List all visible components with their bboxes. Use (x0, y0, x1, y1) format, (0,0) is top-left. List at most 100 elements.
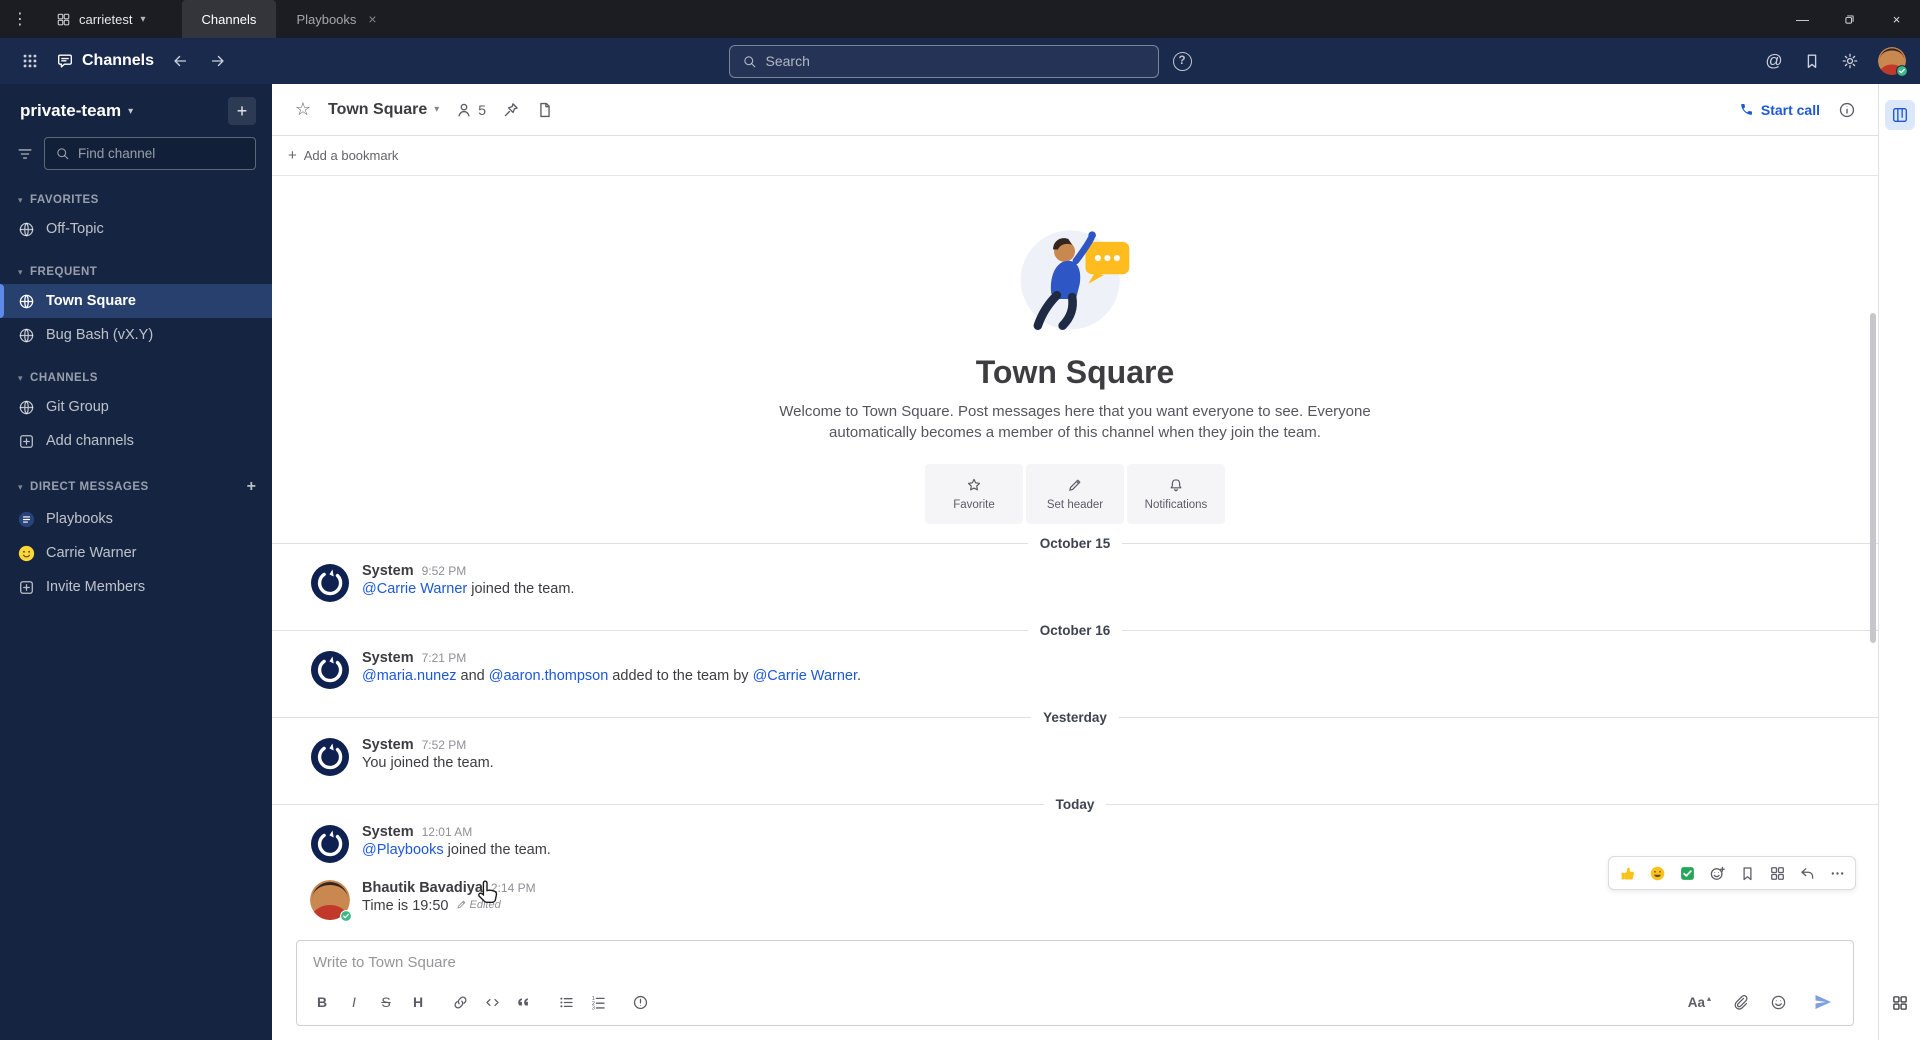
message-timestamp[interactable]: 7:52 PM (422, 738, 467, 752)
start-call-button[interactable]: Start call (1739, 102, 1820, 118)
favorite-channel-button[interactable]: ☆ (288, 95, 318, 125)
add-reaction-button[interactable] (1703, 860, 1731, 886)
link-button[interactable] (445, 988, 475, 1016)
italic-button[interactable]: I (339, 988, 369, 1016)
message-avatar[interactable] (310, 737, 350, 777)
history-forward-button[interactable] (202, 45, 234, 77)
close-tab-icon[interactable]: × (368, 11, 376, 27)
product-switcher-button[interactable] (14, 45, 46, 77)
sidebar-section-header[interactable]: ▾ CHANNELS (0, 368, 272, 390)
priority-button[interactable] (625, 988, 655, 1016)
settings-button[interactable] (1834, 45, 1866, 77)
channel-filter-button[interactable] (16, 145, 34, 163)
message-text-part: Time is 19:50 (362, 898, 449, 914)
message-timestamp[interactable]: 9:52 PM (422, 564, 467, 578)
server-switcher-button[interactable]: carrietest ▾ (40, 0, 162, 38)
message-sender[interactable]: System (362, 650, 414, 666)
composer-actions: Aa ▴ (1682, 987, 1845, 1017)
send-message-button[interactable] (1801, 987, 1845, 1017)
message-avatar[interactable] (310, 880, 352, 922)
message-sender[interactable]: System (362, 737, 414, 753)
sidebar-item-git-group[interactable]: Git Group (0, 390, 272, 424)
channel-label: Git Group (46, 399, 109, 415)
message-timestamp[interactable]: 7:21 PM (422, 651, 467, 665)
message-feed[interactable]: Town Square Welcome to Town Square. Post… (272, 176, 1878, 934)
quick-reaction-check-mark-button[interactable] (1673, 860, 1701, 886)
channel-files-button[interactable] (530, 95, 560, 125)
date-divider: Yesterday (272, 710, 1878, 725)
emoji-picker-button[interactable] (1763, 988, 1793, 1016)
more-actions-button[interactable] (1823, 860, 1851, 886)
pinned-posts-button[interactable] (496, 95, 526, 125)
quote-button[interactable] (509, 988, 539, 1016)
add-direct-message-button[interactable]: + (247, 478, 256, 496)
attach-file-button[interactable] (1725, 988, 1755, 1016)
message-sender[interactable]: System (362, 563, 414, 579)
code-button[interactable] (477, 988, 507, 1016)
message-input[interactable]: Write to Town Square (297, 941, 1853, 985)
sidebar-item-town-square[interactable]: Town Square (0, 284, 272, 318)
channel-intro-notifications-button[interactable]: Notifications (1127, 464, 1225, 524)
recent-mentions-button[interactable]: @ (1758, 45, 1790, 77)
heading-button[interactable]: H (403, 988, 433, 1016)
ordered-list-button[interactable]: 123 (583, 988, 613, 1016)
find-channel-input[interactable]: Find channel (44, 137, 256, 170)
save-message-button[interactable] (1733, 860, 1761, 886)
message-timestamp[interactable]: 2:14 PM (491, 881, 536, 895)
app-menu-button[interactable]: ⋮ (0, 0, 40, 38)
sidebar-item-off-topic[interactable]: Off-Topic (0, 212, 272, 246)
sidebar-item-carrie-warner[interactable]: Carrie Warner (0, 536, 272, 570)
bold-button[interactable]: B (307, 988, 337, 1016)
sidebar-item-bug-bash-vx-y[interactable]: Bug Bash (vX.Y) (0, 318, 272, 352)
app-bar-active-app-button[interactable] (1884, 100, 1915, 130)
window-titlebar: ⋮ carrietest ▾ Channels Playbooks × — × (0, 0, 1920, 38)
strikethrough-button[interactable]: S (371, 988, 401, 1016)
quick-reaction-thumbs-up-button[interactable] (1613, 860, 1641, 886)
channel-info-button[interactable] (1832, 95, 1862, 125)
mention-link[interactable]: @Playbooks (362, 842, 444, 858)
message-timestamp[interactable]: 12:01 AM (422, 825, 473, 839)
browse-or-create-channel-button[interactable]: + (228, 97, 256, 125)
message-sender[interactable]: Bhautik Bavadiya (362, 880, 483, 896)
mention-link[interactable]: @maria.nunez (362, 668, 457, 684)
message-avatar[interactable] (310, 563, 350, 603)
restore-button[interactable] (1826, 0, 1873, 38)
message-menu-button[interactable] (1763, 860, 1791, 886)
message-avatar[interactable] (310, 650, 350, 690)
scrollbar-thumb[interactable] (1870, 313, 1876, 643)
toggle-formatting-button[interactable]: Aa ▴ (1682, 988, 1717, 1016)
saved-posts-button[interactable] (1796, 45, 1828, 77)
sidebar-item-invite-members[interactable]: Invite Members (0, 570, 272, 604)
mention-link[interactable]: @Carrie Warner (753, 668, 857, 684)
channel-intro-set-header-button[interactable]: Set header (1026, 464, 1124, 524)
quick-reaction-smiley-button[interactable] (1643, 860, 1671, 886)
close-window-button[interactable]: × (1873, 0, 1920, 38)
message-avatar[interactable] (310, 824, 350, 864)
reply-button[interactable] (1793, 860, 1821, 886)
channel-menu-button[interactable]: Town Square ▾ (322, 101, 445, 119)
sidebar-item-add-channels[interactable]: Add channels (0, 424, 272, 458)
sidebar-item-playbooks[interactable]: Playbooks (0, 502, 272, 536)
tab-channels[interactable]: Channels (181, 0, 277, 38)
tab-label: Playbooks (296, 11, 357, 27)
help-button[interactable]: ? (1172, 51, 1192, 71)
sidebar-section-header[interactable]: ▾ FREQUENT (0, 262, 272, 284)
message-body: System 7:52 PM You joined the team. (362, 737, 494, 777)
history-back-button[interactable] (164, 45, 196, 77)
sidebar-section-header[interactable]: ▾ DIRECT MESSAGES + (0, 474, 272, 502)
minimize-button[interactable]: — (1779, 0, 1826, 38)
message-sender[interactable]: System (362, 824, 414, 840)
sidebar-section-header[interactable]: ▾ FAVORITES (0, 190, 272, 212)
channel-intro-favorite-button[interactable]: Favorite (925, 464, 1023, 524)
user-avatar-button[interactable] (1878, 47, 1908, 77)
save-message-icon (1739, 865, 1756, 882)
channel-members-button[interactable]: 5 (449, 95, 492, 125)
add-bookmark-button[interactable]: + Add a bookmark (288, 147, 398, 164)
mention-link[interactable]: @Carrie Warner (362, 581, 467, 597)
tab-playbooks[interactable]: Playbooks × (276, 0, 396, 38)
bullet-list-button[interactable] (551, 988, 581, 1016)
apps-grid-button[interactable] (1885, 988, 1915, 1018)
team-menu-button[interactable]: private-team ▾ (20, 101, 133, 121)
mention-link[interactable]: @aaron.thompson (489, 668, 609, 684)
search-input[interactable]: Search (728, 44, 1159, 78)
